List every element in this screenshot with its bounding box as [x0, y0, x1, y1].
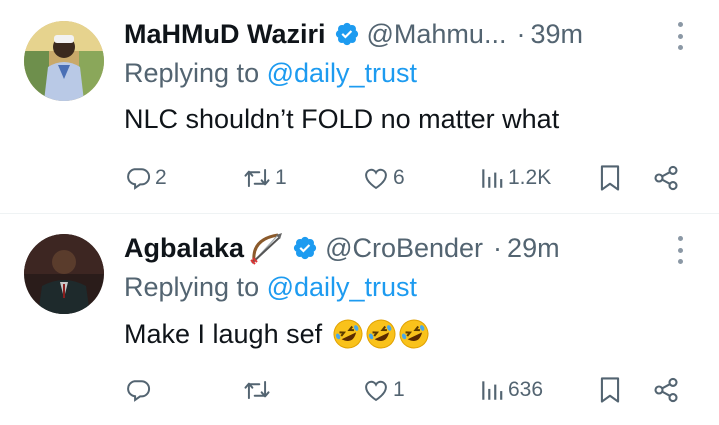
laughing-emojis — [332, 318, 431, 350]
rolling-on-floor-laughing-icon — [399, 319, 429, 349]
tweet-text-container: Make I laugh sef — [124, 318, 431, 350]
bookmark-icon — [596, 375, 624, 405]
share-icon — [652, 164, 680, 192]
rolling-on-floor-laughing-icon — [366, 319, 396, 349]
bow-and-arrow-icon — [248, 231, 284, 265]
rolling-on-floor-laughing-icon — [333, 319, 363, 349]
reply-count: 2 — [155, 166, 167, 189]
tweet-header: Agbalaka @CroBender · 29m — [124, 228, 679, 268]
tweet-1[interactable]: MaHMuD Waziri @Mahmu... · 39m Replying t… — [0, 0, 719, 214]
more-options-icon[interactable] — [677, 236, 683, 264]
separator-dot: · — [516, 18, 526, 49]
reply-icon — [124, 164, 152, 192]
share-button[interactable] — [652, 158, 680, 198]
tweet-2[interactable]: Agbalaka @CroBender · 29m Replying to @d… — [0, 214, 719, 425]
views-button[interactable]: 1.2K — [479, 158, 551, 198]
repost-icon — [242, 164, 272, 192]
heart-icon — [362, 376, 390, 404]
views-count: 636 — [508, 378, 544, 401]
bookmark-button[interactable] — [596, 158, 624, 198]
reply-button[interactable] — [124, 370, 155, 410]
verified-badge-icon — [292, 235, 318, 261]
tweet-actions: 1 636 — [124, 370, 683, 410]
share-button[interactable] — [652, 370, 680, 410]
avatar[interactable] — [24, 21, 104, 101]
more-options-icon[interactable] — [677, 22, 683, 50]
repost-icon — [242, 376, 272, 404]
reply-icon — [124, 376, 152, 404]
handle[interactable]: @CroBender — [325, 233, 483, 264]
replying-to: Replying to @daily_trust — [124, 272, 417, 303]
separator-dot: · — [493, 232, 503, 263]
reply-button[interactable]: 2 — [124, 158, 167, 198]
handle[interactable]: @Mahmu... — [367, 19, 507, 50]
tweet-header: MaHMuD Waziri @Mahmu... · 39m — [124, 14, 679, 54]
timestamp[interactable]: 39m — [530, 19, 583, 50]
replying-to-label: Replying to — [124, 272, 267, 302]
repost-button[interactable]: 1 — [242, 158, 287, 198]
display-name[interactable]: Agbalaka — [124, 233, 244, 264]
bookmark-icon — [596, 163, 624, 193]
like-count: 1 — [393, 378, 405, 401]
avatar[interactable] — [24, 234, 104, 314]
views-button[interactable]: 636 — [479, 370, 543, 410]
views-count: 1.2K — [508, 166, 552, 189]
tweet-actions: 2 1 6 1.2K — [124, 158, 683, 198]
heart-icon — [362, 164, 390, 192]
verified-badge-icon — [334, 21, 360, 47]
timestamp[interactable]: 29m — [507, 233, 560, 264]
mention-link[interactable]: @daily_trust — [267, 58, 417, 88]
repost-button[interactable] — [242, 370, 275, 410]
like-count: 6 — [393, 166, 405, 189]
views-icon — [479, 165, 505, 191]
display-name[interactable]: MaHMuD Waziri — [124, 19, 326, 50]
repost-count: 1 — [275, 166, 287, 189]
replying-to: Replying to @daily_trust — [124, 58, 417, 89]
replying-to-label: Replying to — [124, 58, 267, 88]
mention-link[interactable]: @daily_trust — [267, 272, 417, 302]
like-button[interactable]: 1 — [362, 370, 405, 410]
bookmark-button[interactable] — [596, 370, 624, 410]
share-icon — [652, 376, 680, 404]
tweet-text: NLC shouldn’t FOLD no matter what — [124, 104, 560, 134]
tweet-text: Make I laugh sef — [124, 318, 323, 349]
views-icon — [479, 377, 505, 403]
like-button[interactable]: 6 — [362, 158, 405, 198]
